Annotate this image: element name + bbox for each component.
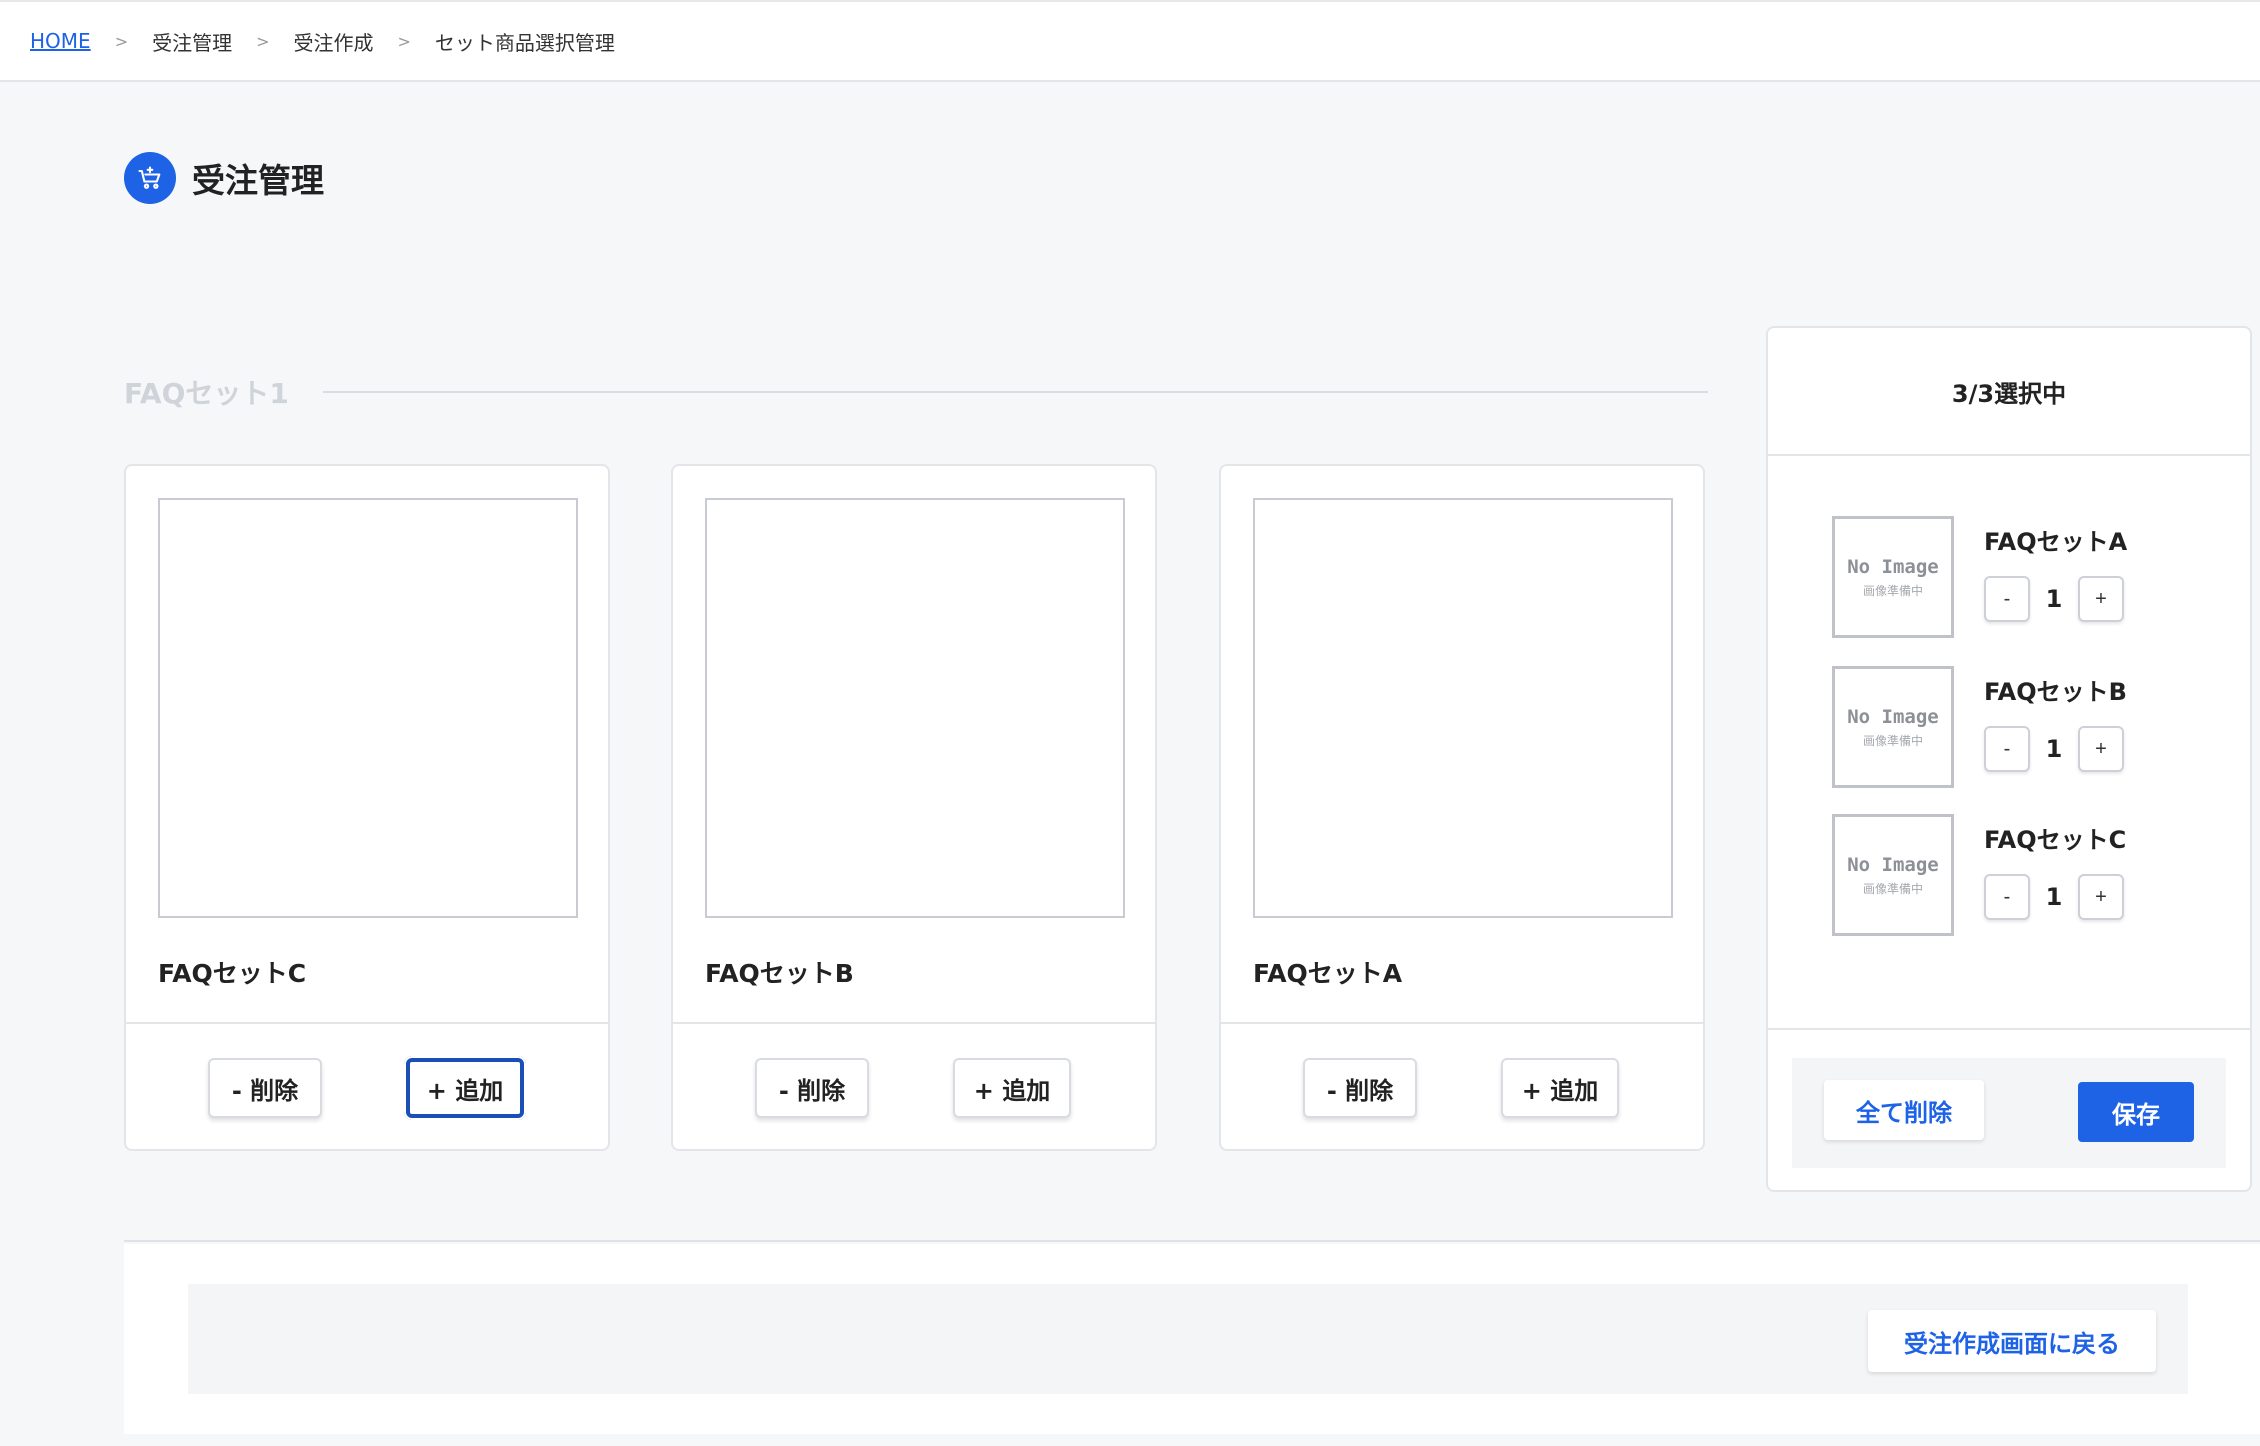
clear-all-button[interactable]: 全て削除 bbox=[1824, 1080, 1984, 1140]
increment-button[interactable]: + bbox=[2078, 726, 2124, 772]
card-divider bbox=[673, 1022, 1155, 1024]
product-name: FAQセットB bbox=[705, 959, 854, 988]
product-image bbox=[1253, 498, 1673, 918]
add-button[interactable]: + 追加 bbox=[404, 1056, 526, 1120]
save-button[interactable]: 保存 bbox=[2078, 1082, 2194, 1142]
selected-item: No Image 画像準備中 FAQセットA - 1 + bbox=[1832, 516, 2232, 638]
no-image-placeholder: No Image 画像準備中 bbox=[1832, 666, 1954, 788]
selection-panel: 3/3選択中 No Image 画像準備中 FAQセットA - 1 + No I… bbox=[1766, 326, 2252, 1192]
section-divider bbox=[322, 391, 1708, 393]
selected-item: No Image 画像準備中 FAQセットC - 1 + bbox=[1832, 814, 2232, 936]
delete-button[interactable]: - 削除 bbox=[755, 1058, 869, 1118]
cart-icon bbox=[124, 152, 176, 204]
card-divider bbox=[126, 1022, 608, 1024]
selected-item-name: FAQセットA bbox=[1984, 528, 2128, 556]
no-image-text: No Image bbox=[1847, 853, 1939, 876]
selected-item: No Image 画像準備中 FAQセットB - 1 + bbox=[1832, 666, 2232, 788]
add-button[interactable]: + 追加 bbox=[953, 1058, 1071, 1118]
selected-item-name: FAQセットB bbox=[1984, 678, 2127, 706]
product-name: FAQセットA bbox=[1253, 959, 1403, 988]
no-image-placeholder: No Image 画像準備中 bbox=[1832, 516, 1954, 638]
decrement-button[interactable]: - bbox=[1984, 874, 2030, 920]
increment-button[interactable]: + bbox=[2078, 874, 2124, 920]
no-image-subtext: 画像準備中 bbox=[1862, 881, 1923, 896]
product-image bbox=[705, 498, 1125, 918]
add-button[interactable]: + 追加 bbox=[1501, 1058, 1619, 1118]
card-divider bbox=[1221, 1022, 1703, 1024]
quantity-value: 1 bbox=[2045, 883, 2063, 911]
selected-item-name: FAQセットC bbox=[1984, 826, 2127, 854]
breadcrumb-item-order-management[interactable]: 受注管理 bbox=[152, 27, 232, 56]
decrement-button[interactable]: - bbox=[1984, 726, 2030, 772]
quantity-value: 1 bbox=[2045, 585, 2063, 613]
section-header: FAQセット1 bbox=[124, 372, 1708, 412]
product-card: FAQセットC - 削除 + 追加 bbox=[124, 464, 610, 1151]
page-title: 受注管理 bbox=[124, 152, 324, 204]
delete-button[interactable]: - 削除 bbox=[208, 1058, 322, 1118]
page-title-text: 受注管理 bbox=[192, 161, 324, 200]
product-card: FAQセットA - 削除 + 追加 bbox=[1219, 464, 1705, 1151]
breadcrumb-item-current: セット商品選択管理 bbox=[434, 30, 615, 55]
breadcrumb-home-link[interactable]: HOME bbox=[30, 29, 91, 53]
back-to-order-create-button[interactable]: 受注作成画面に戻る bbox=[1868, 1310, 2156, 1372]
footer-panel: 受注作成画面に戻る bbox=[124, 1244, 2260, 1434]
quantity-value: 1 bbox=[2045, 735, 2063, 763]
breadcrumb-separator: > bbox=[397, 31, 411, 51]
decrement-button[interactable]: - bbox=[1984, 576, 2030, 622]
no-image-text: No Image bbox=[1847, 555, 1939, 578]
footer-actions: 受注作成画面に戻る bbox=[188, 1284, 2188, 1394]
panel-divider bbox=[1768, 1028, 2250, 1030]
selection-count: 3/3選択中 bbox=[1768, 328, 2250, 456]
no-image-placeholder: No Image 画像準備中 bbox=[1832, 814, 1954, 936]
product-name: FAQセットC bbox=[158, 959, 307, 988]
breadcrumb-separator: > bbox=[256, 31, 270, 51]
breadcrumb: HOME > 受注管理 > 受注作成 > セット商品選択管理 bbox=[0, 2, 2260, 82]
selection-actions: 全て削除 保存 bbox=[1792, 1058, 2226, 1168]
no-image-subtext: 画像準備中 bbox=[1862, 583, 1923, 598]
no-image-text: No Image bbox=[1847, 705, 1939, 728]
breadcrumb-separator: > bbox=[114, 31, 129, 51]
breadcrumb-item-order-create[interactable]: 受注作成 bbox=[294, 27, 374, 56]
product-card: FAQセットB - 削除 + 追加 bbox=[671, 464, 1157, 1151]
footer-divider bbox=[124, 1240, 2260, 1242]
product-image bbox=[158, 498, 578, 918]
no-image-subtext: 画像準備中 bbox=[1862, 733, 1923, 748]
section-title: FAQセット1 bbox=[124, 377, 289, 410]
delete-button[interactable]: - 削除 bbox=[1303, 1058, 1417, 1118]
increment-button[interactable]: + bbox=[2078, 576, 2124, 622]
